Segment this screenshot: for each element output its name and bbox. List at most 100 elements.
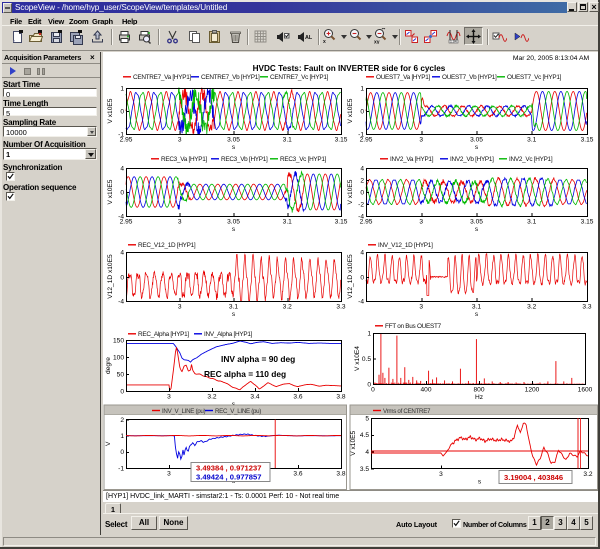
svg-text:0: 0 xyxy=(120,274,124,281)
svg-text:2.95: 2.95 xyxy=(120,137,133,144)
svg-text:3: 3 xyxy=(178,219,182,226)
svg-text:REC_V12_1D [HYP1]: REC_V12_1D [HYP1] xyxy=(138,242,196,249)
svg-text:FFT on Bus OUEST7: FFT on Bus OUEST7 xyxy=(385,323,442,330)
svg-text:3.2: 3.2 xyxy=(583,471,592,478)
svg-text:REC_Alpha [HYP1]: REC_Alpha [HYP1] xyxy=(138,331,189,338)
svg-text:3.1: 3.1 xyxy=(527,219,536,226)
svg-text:Mar 20, 2005 8:13:04 AM: Mar 20, 2005 8:13:04 AM xyxy=(513,55,590,62)
svg-text:Hz: Hz xyxy=(475,394,483,401)
svg-text:0: 0 xyxy=(360,189,364,196)
svg-text:2.95: 2.95 xyxy=(360,219,373,226)
svg-text:REC3_Vc [HYP1]: REC3_Vc [HYP1] xyxy=(280,156,327,163)
svg-text:2: 2 xyxy=(120,417,124,424)
svg-text:V x10E5: V x10E5 xyxy=(107,179,114,204)
svg-text:0: 0 xyxy=(120,388,124,395)
svg-text:2: 2 xyxy=(360,177,364,184)
svg-text:OUEST7_Vb [HYP1]: OUEST7_Vb [HYP1] xyxy=(442,74,497,81)
svg-text:800: 800 xyxy=(473,387,484,394)
svg-text:3.1: 3.1 xyxy=(283,219,292,226)
svg-text:1600: 1600 xyxy=(578,387,593,394)
svg-text:3.6: 3.6 xyxy=(293,394,302,401)
svg-text:3: 3 xyxy=(178,137,182,144)
svg-text:3.15: 3.15 xyxy=(335,137,348,144)
svg-text:0: 0 xyxy=(371,387,375,394)
svg-text:V12_1D x10E5: V12_1D x10E5 xyxy=(107,254,114,299)
svg-text:OUEST7_Va [HYP1]: OUEST7_Va [HYP1] xyxy=(376,74,431,81)
svg-text:V x10E4: V x10E4 xyxy=(354,346,361,371)
svg-text:4: 4 xyxy=(120,249,124,256)
svg-text:3.05: 3.05 xyxy=(227,219,240,226)
svg-text:3: 3 xyxy=(439,471,443,478)
svg-text:50: 50 xyxy=(117,371,125,378)
svg-text:REC alpha = 110 deg: REC alpha = 110 deg xyxy=(204,369,286,379)
svg-text:V x10E5: V x10E5 xyxy=(347,98,354,123)
svg-text:-4: -4 xyxy=(358,298,364,305)
svg-text:100: 100 xyxy=(113,354,124,361)
svg-text:1: 1 xyxy=(120,433,124,440)
svg-text:V x10E5: V x10E5 xyxy=(350,430,357,455)
svg-text:ALL: ALL xyxy=(305,35,312,41)
svg-text:3: 3 xyxy=(419,219,423,226)
svg-text:3.1: 3.1 xyxy=(472,304,481,311)
svg-text:V x10E5: V x10E5 xyxy=(107,98,114,123)
svg-text:V12_1D x10E5: V12_1D x10E5 xyxy=(347,254,354,299)
svg-text:3.2: 3.2 xyxy=(527,304,536,311)
svg-text:3.3: 3.3 xyxy=(582,304,591,311)
svg-text:3.2: 3.2 xyxy=(207,394,216,401)
svg-text:Vrms of CENTRE7: Vrms of CENTRE7 xyxy=(383,408,431,415)
svg-text:3: 3 xyxy=(419,137,423,144)
svg-text:150: 150 xyxy=(113,337,124,344)
svg-text:3.05: 3.05 xyxy=(470,219,483,226)
svg-text:4: 4 xyxy=(120,165,124,172)
svg-text:x: x xyxy=(323,39,326,44)
svg-text:INV2_Va [HYP1]: INV2_Va [HYP1] xyxy=(390,156,434,163)
svg-text:s: s xyxy=(475,144,479,151)
svg-text:4: 4 xyxy=(365,449,369,456)
svg-text:1: 1 xyxy=(360,85,364,92)
svg-text:2.95: 2.95 xyxy=(120,219,133,226)
svg-text:4: 4 xyxy=(360,165,364,172)
svg-text:INV_V_LINE (pu): INV_V_LINE (pu) xyxy=(162,408,206,415)
svg-text:3.19004 , 403846: 3.19004 , 403846 xyxy=(504,473,563,482)
svg-text:V: V xyxy=(105,441,112,446)
svg-text:-4: -4 xyxy=(118,298,124,305)
svg-text:4: 4 xyxy=(360,249,364,256)
svg-text:3.1: 3.1 xyxy=(229,304,238,311)
svg-text:3.1: 3.1 xyxy=(527,137,536,144)
svg-text:degre: degre xyxy=(105,357,112,374)
svg-text:1: 1 xyxy=(367,330,371,337)
svg-text:1: 1 xyxy=(120,85,124,92)
svg-text:3: 3 xyxy=(167,471,171,478)
svg-text:3.5: 3.5 xyxy=(360,466,369,473)
svg-text:0: 0 xyxy=(120,189,124,196)
svg-text:1.04: 1.04 xyxy=(450,40,457,44)
svg-text:xy: xy xyxy=(374,40,380,45)
svg-text:0: 0 xyxy=(360,108,364,115)
svg-text:3.15: 3.15 xyxy=(581,137,594,144)
svg-text:3.05: 3.05 xyxy=(470,137,483,144)
svg-text:3.6: 3.6 xyxy=(293,471,302,478)
svg-text:OUEST7_Vc [HYP1]: OUEST7_Vc [HYP1] xyxy=(507,74,562,81)
svg-text:3.4: 3.4 xyxy=(250,394,259,401)
svg-text:3.8: 3.8 xyxy=(336,471,345,478)
svg-text:3: 3 xyxy=(419,304,423,311)
svg-text:3.05: 3.05 xyxy=(227,137,240,144)
svg-text:400: 400 xyxy=(420,387,431,394)
svg-text:CENTRE7_Va [HYP1]: CENTRE7_Va [HYP1] xyxy=(133,74,191,81)
svg-text:1200: 1200 xyxy=(525,387,540,394)
svg-text:3.49384 , 0.971237: 3.49384 , 0.971237 xyxy=(196,464,261,473)
svg-text:3.49424 , 0.977857: 3.49424 , 0.977857 xyxy=(196,473,261,482)
svg-text:s: s xyxy=(475,226,479,233)
svg-text:0: 0 xyxy=(360,274,364,281)
svg-text:3.3: 3.3 xyxy=(336,304,345,311)
svg-text:INV_Alpha [HYP1]: INV_Alpha [HYP1] xyxy=(204,331,253,338)
svg-text:0: 0 xyxy=(120,449,124,456)
svg-text:HVDC Tests: Fault on INVERTER: HVDC Tests: Fault on INVERTER side for 6… xyxy=(253,64,446,73)
svg-text:CENTRE7_Vc [HYP1]: CENTRE7_Vc [HYP1] xyxy=(270,74,329,81)
svg-text:REC3_Va [HYP1]: REC3_Va [HYP1] xyxy=(161,156,208,163)
svg-text:s: s xyxy=(475,311,479,318)
svg-text:REC_V_LINE (pu): REC_V_LINE (pu) xyxy=(215,408,261,415)
svg-text:0.5: 0.5 xyxy=(362,356,371,363)
svg-text:-2: -2 xyxy=(358,201,364,208)
svg-text:INV_V12_1D [HYP1]: INV_V12_1D [HYP1] xyxy=(378,242,433,249)
